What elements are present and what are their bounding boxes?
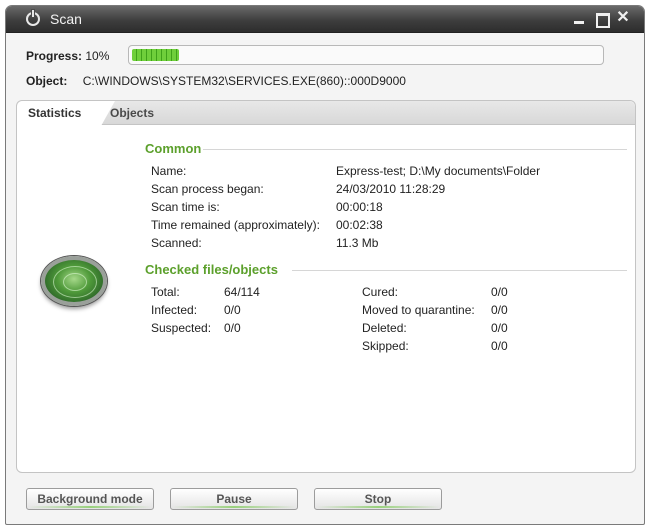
common-heading: Common	[145, 141, 202, 156]
maximize-icon[interactable]	[595, 11, 610, 28]
tab-statistics[interactable]: Statistics	[17, 101, 115, 126]
progress-fill	[132, 49, 179, 61]
minimize-icon[interactable]	[572, 11, 586, 25]
power-icon	[26, 10, 40, 26]
tab-objects[interactable]: Objects	[110, 101, 154, 125]
window-title: Scan	[50, 11, 82, 27]
progress-label: Progress: 10%	[26, 49, 109, 63]
statistics-panel: Statistics Objects Common Name: Express-…	[16, 100, 636, 473]
deleted-label: Deleted:	[362, 321, 407, 335]
total-label: Total:	[151, 285, 180, 299]
skipped-value: 0/0	[491, 339, 508, 353]
progress-caption: Progress:	[26, 49, 83, 63]
infected-label: Infected:	[151, 303, 198, 317]
checked-heading: Checked files/objects	[145, 262, 278, 277]
scan-began-label: Scan process began:	[151, 182, 264, 196]
time-remained-label: Time remained (approximately):	[151, 218, 320, 232]
scanned-label: Scanned:	[151, 236, 202, 250]
cured-label: Cured:	[362, 285, 399, 299]
infected-value: 0/0	[224, 303, 241, 317]
cured-value: 0/0	[491, 285, 508, 299]
tab-strip: Statistics Objects	[17, 101, 635, 126]
stop-button[interactable]: Stop	[314, 488, 442, 510]
background-mode-button[interactable]: Background mode	[26, 488, 154, 510]
progress-percent: 10%	[85, 49, 110, 63]
quarantine-value: 0/0	[491, 303, 508, 317]
common-divider	[203, 149, 627, 150]
pause-button[interactable]: Pause	[170, 488, 298, 510]
scan-window: Scan ✕ Progress: 10% Object: C:\WINDOWS\…	[5, 5, 645, 525]
suspected-value: 0/0	[224, 321, 241, 335]
skipped-label: Skipped:	[362, 339, 409, 353]
name-value: Express-test; D:\My documents\Folder	[336, 164, 541, 178]
title-bar[interactable]: Scan ✕	[6, 6, 644, 33]
deleted-value: 0/0	[491, 321, 508, 335]
checked-divider	[292, 270, 627, 271]
scan-time-label: Scan time is:	[151, 200, 220, 214]
suspected-label: Suspected:	[151, 321, 212, 335]
quarantine-label: Moved to quarantine:	[362, 303, 475, 317]
object-row: Object: C:\WINDOWS\SYSTEM32\SERVICES.EXE…	[26, 74, 406, 88]
total-value: 64/114	[224, 285, 260, 299]
object-caption: Object:	[26, 74, 68, 88]
object-path: C:\WINDOWS\SYSTEM32\SERVICES.EXE(860)::0…	[82, 74, 406, 88]
radar-icon	[41, 256, 107, 306]
scan-began-value: 24/03/2010 11:28:29	[336, 182, 446, 196]
close-icon[interactable]: ✕	[616, 10, 630, 26]
time-remained-value: 00:02:38	[336, 218, 383, 232]
name-label: Name:	[151, 164, 187, 178]
progress-bar	[128, 45, 604, 65]
scan-time-value: 00:00:18	[336, 200, 383, 214]
scanned-value: 11.3 Mb	[336, 236, 379, 250]
